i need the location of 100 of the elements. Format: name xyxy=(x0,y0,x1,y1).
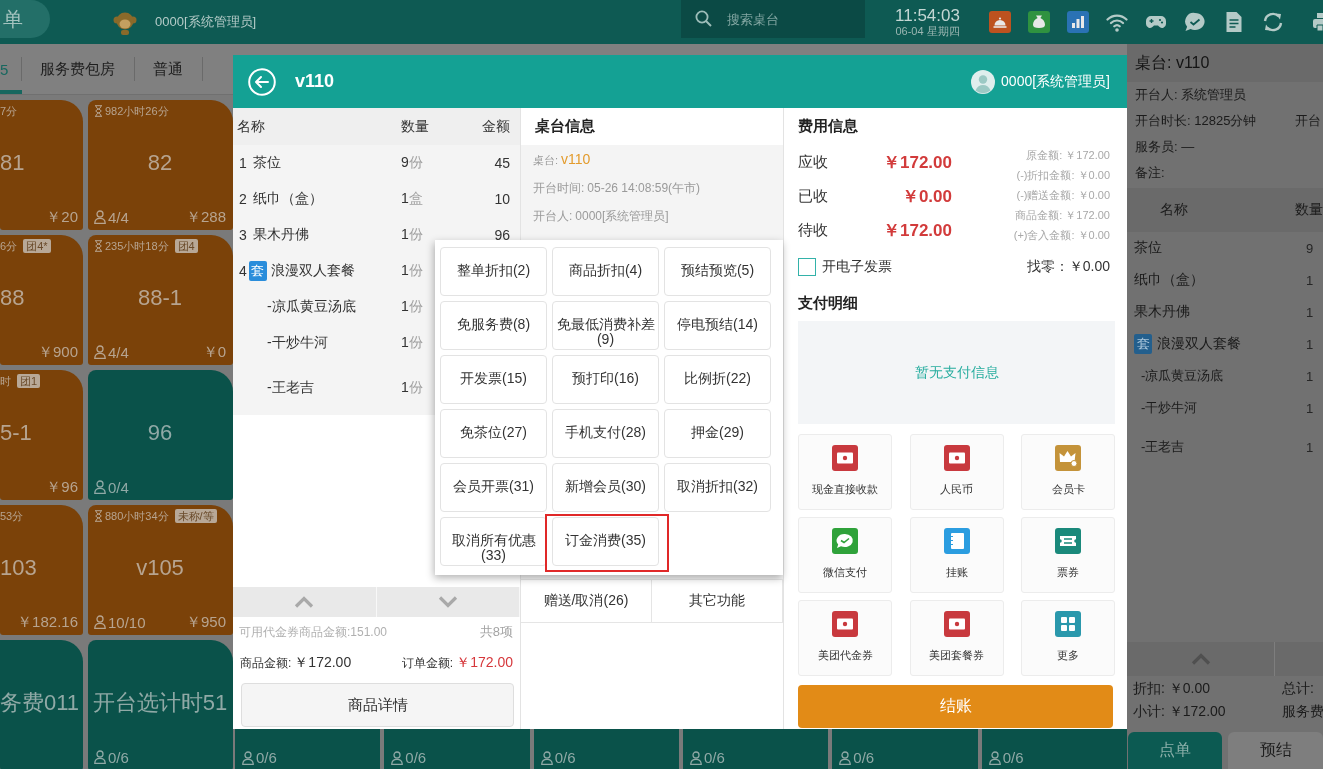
guest-count: 10/10 xyxy=(108,613,146,631)
function-button[interactable]: 新增会员(30) xyxy=(552,463,659,512)
function-button[interactable]: 比例折(22) xyxy=(664,355,771,404)
table-tile[interactable]: 0/6 xyxy=(235,729,381,769)
clock-time: 11:54:03 xyxy=(895,5,960,26)
column-header: 名称 xyxy=(1160,201,1188,219)
amount-text: ￥900 xyxy=(37,342,78,362)
table-tile[interactable]: 6分 团4* 88 ￥900 xyxy=(0,235,83,365)
payment-method-button[interactable]: 更多 xyxy=(1021,600,1115,676)
total-text: 商品金额: ￥172.00 xyxy=(240,654,352,672)
item-name: 浪漫双人套餐 xyxy=(270,262,355,280)
table-name: 82 xyxy=(147,150,173,176)
breakdown-text: (+)舍入金额: ￥0.00 xyxy=(1013,228,1110,243)
row-index: 4 xyxy=(239,263,247,279)
function-button[interactable]: 预结预览(5) xyxy=(664,247,771,296)
table-tile[interactable]: 时 团1 5-1 ￥96 xyxy=(0,370,83,500)
payment-method-button[interactable]: 美团代金券 xyxy=(798,600,892,676)
table-tile[interactable]: 开台选计时51 0/6 xyxy=(88,640,233,769)
chevron-up-icon xyxy=(294,596,315,608)
function-button[interactable]: 订金消费(35) xyxy=(552,517,659,566)
total-text: 订单金额: ￥172.00 xyxy=(401,654,513,672)
payment-method-button[interactable]: 现金直接收款 xyxy=(798,434,892,510)
row-index: 1 xyxy=(239,155,247,171)
function-button[interactable]: 预打印(16) xyxy=(552,355,659,404)
chevron-up-icon xyxy=(1190,653,1211,665)
checkbox[interactable] xyxy=(798,258,816,276)
clock-date: 06-04 星期四 xyxy=(895,25,960,39)
payment-method-button[interactable]: 票券 xyxy=(1021,517,1115,593)
total-text: 小计: ￥172.00 xyxy=(1133,702,1226,721)
function-button[interactable]: 商品折扣(4) xyxy=(552,247,659,296)
function-button[interactable]: 押金(29) xyxy=(664,409,771,458)
hourglass-icon xyxy=(94,510,103,522)
money-bag-icon[interactable] xyxy=(1028,11,1050,33)
function-button[interactable]: 停电预结(14) xyxy=(664,301,771,350)
table-tile[interactable]: 0/6 xyxy=(384,729,530,769)
item-name: -干炒牛河 xyxy=(1141,399,1198,417)
table-tile[interactable]: 880小时34分 未称/等 v105 10/10 ￥950 xyxy=(88,505,233,635)
search-field[interactable]: 搜索桌台 xyxy=(681,0,865,38)
payment-method-button[interactable]: 人民币 xyxy=(909,434,1004,510)
table-tile[interactable]: 0/6 xyxy=(832,729,978,769)
person-icon xyxy=(391,750,404,765)
amount-text: ￥0 xyxy=(202,342,226,362)
item-name: 浪漫双人套餐 xyxy=(1157,335,1241,353)
item-name: 果木丹佛 xyxy=(1134,303,1190,321)
item-name: -王老吉 xyxy=(267,379,314,397)
payment-method-button[interactable]: 美团套餐券 xyxy=(909,600,1004,676)
function-button[interactable]: 会员开票(31) xyxy=(440,463,547,512)
sync-icon[interactable] xyxy=(1262,11,1284,33)
banknote-icon xyxy=(943,611,970,637)
payment-method-button[interactable]: 会员卡 xyxy=(1021,434,1115,510)
banknote-icon xyxy=(943,445,970,471)
function-button[interactable]: 免最低消费补差(9) xyxy=(552,301,659,350)
item-quantity: 1份 xyxy=(401,262,423,280)
voucher-note: 可用代金券商品金额:151.00 xyxy=(239,623,388,641)
function-button[interactable]: 免服务费(8) xyxy=(440,301,547,350)
bar-chart-icon[interactable] xyxy=(1067,11,1089,33)
payment-method-button[interactable]: 微信支付 xyxy=(798,517,892,593)
table-tile[interactable]: 0/6 xyxy=(683,729,829,769)
chat-icon[interactable] xyxy=(1184,11,1206,33)
group-tag: 未称/等 xyxy=(174,509,217,523)
amount-text: ￥288 xyxy=(185,207,226,227)
fee-amount: ￥172.00 xyxy=(883,219,952,242)
cloche-icon[interactable] xyxy=(989,11,1011,33)
item-name: 茶位 xyxy=(252,154,281,172)
guest-count: 4/4 xyxy=(108,208,129,226)
function-button[interactable]: 免茶位(27) xyxy=(440,409,547,458)
dialog-title: v110 xyxy=(295,71,335,92)
function-button[interactable]: 开发票(15) xyxy=(440,355,547,404)
item-quantity: 1份 xyxy=(401,334,423,352)
package-tag: 套 xyxy=(1134,334,1152,354)
function-button[interactable]: 手机支付(28) xyxy=(552,409,659,458)
timer-text: 时 xyxy=(0,373,11,389)
printer-icon[interactable] xyxy=(1312,11,1323,33)
section-heading: 桌台信息 xyxy=(534,116,596,136)
table-tile[interactable]: 235小时18分 团4 88-1 4/4 ￥0 xyxy=(88,235,233,365)
table-tile[interactable]: 96 0/4 xyxy=(88,370,233,500)
payment-method-button[interactable]: 挂账 xyxy=(909,517,1004,593)
function-button[interactable]: 取消所有优惠(33) xyxy=(440,517,547,566)
item-quantity: 9份 xyxy=(401,154,423,172)
info-text: 开台 xyxy=(1295,112,1321,130)
guest-count: 0/6 xyxy=(704,749,725,766)
amount-text: ￥96 xyxy=(46,477,78,497)
guest-count: 0/4 xyxy=(108,478,129,496)
timer-text: 53分 xyxy=(0,508,24,524)
table-tile[interactable]: 务费011 xyxy=(0,640,83,769)
function-button[interactable]: 整单折扣(2) xyxy=(440,247,547,296)
panel-title: 桌台: v110 xyxy=(1127,44,1323,82)
back-icon[interactable] xyxy=(248,67,276,96)
table-tile[interactable]: 0/6 xyxy=(533,729,679,769)
table-tile[interactable]: 0/6 xyxy=(981,729,1127,769)
ticket-icon xyxy=(1055,528,1081,554)
item-quantity: 1盒 xyxy=(401,190,423,208)
action-button[interactable]: 点单 xyxy=(1128,732,1222,769)
timer-text: 982小时26分 xyxy=(105,103,169,119)
action-button[interactable]: 预结 xyxy=(1228,732,1323,769)
details-button[interactable]: 商品详情 xyxy=(241,683,514,727)
total-text: 服务费 xyxy=(1282,702,1323,721)
item-count: 共8项 xyxy=(479,623,513,641)
function-button[interactable]: 取消折扣(32) xyxy=(664,463,771,512)
timer-text: 7分 xyxy=(0,103,18,119)
